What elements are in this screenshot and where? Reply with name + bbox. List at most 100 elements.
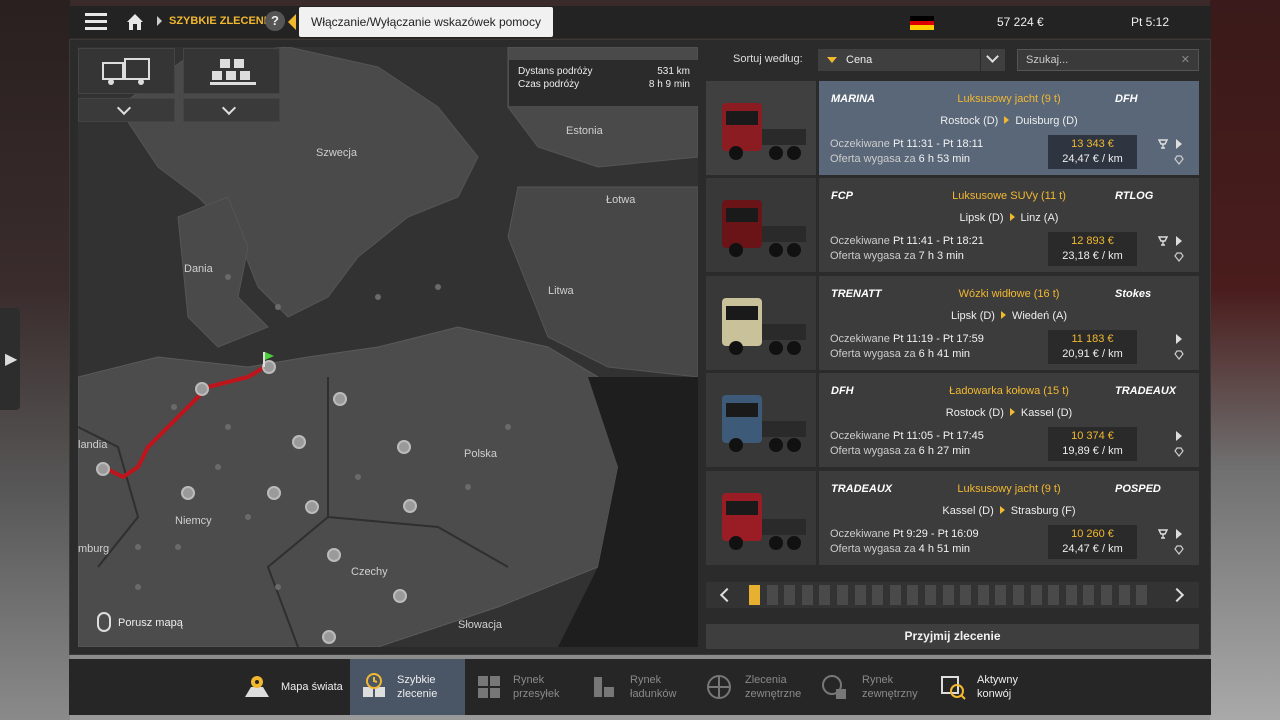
- help-button[interactable]: ?: [265, 11, 285, 31]
- game-time: Pt 5:12: [1131, 15, 1170, 29]
- page-indicator[interactable]: [801, 585, 813, 605]
- nav-quick-job[interactable]: Szybkie zlecenie: [350, 659, 465, 715]
- page-indicator[interactable]: [1136, 585, 1148, 605]
- job-row[interactable]: TRENATT Wózki widłowe (16 t) Stokes Lips…: [706, 276, 1199, 370]
- destination-city: Duisburg (D): [1015, 115, 1078, 127]
- recipient-logo: POSPED: [1115, 483, 1161, 495]
- map-canvas: [78, 47, 698, 647]
- page-indicator[interactable]: [925, 585, 936, 605]
- offer-expiry: Oferta wygasa za 6 h 27 min: [830, 445, 971, 457]
- page-indicator[interactable]: [1048, 585, 1060, 605]
- chevron-down-icon: [221, 100, 237, 116]
- route-arrow-icon: [999, 506, 1005, 514]
- accept-job-button[interactable]: Przyjmij zlecenie: [706, 624, 1199, 649]
- nav-quick-job-label: Szybkie zlecenie: [397, 674, 438, 700]
- money-display: 57 224 €: [997, 15, 1044, 29]
- job-price: 10 260 €: [1071, 528, 1114, 540]
- nav-world-map[interactable]: Mapa świata: [235, 659, 350, 715]
- details-arrow-icon[interactable]: [1176, 139, 1182, 149]
- travel-time-label: Czas podróży: [518, 79, 580, 90]
- map-label-estonia: Estonia: [566, 125, 603, 137]
- truck-icon: [102, 58, 150, 85]
- truck-view-button[interactable]: [78, 48, 175, 94]
- page-indicator[interactable]: [977, 585, 989, 605]
- bottom-nav: Mapa świata Szybkie zlecenie Rynek przesył…: [69, 659, 1211, 715]
- truck-thumbnail: [706, 178, 816, 272]
- job-row[interactable]: FCP Luksusowe SUVy (11 t) RTLOG Lipsk (D…: [706, 178, 1199, 272]
- background-right: [1210, 0, 1280, 720]
- page-indicator[interactable]: [766, 585, 778, 605]
- map-label-litwa: Litwa: [548, 285, 574, 297]
- side-panel-toggle[interactable]: ▶: [0, 308, 20, 410]
- world-map[interactable]: Szwecja Estonia Łotwa Dania Litwa Polska…: [78, 47, 698, 647]
- page-indicator[interactable]: [784, 585, 796, 605]
- destination-city: Wiedeń (A): [1011, 310, 1068, 322]
- offer-expiry: Oferta wygasa za 4 h 51 min: [830, 543, 971, 555]
- nav-cargo-market[interactable]: Rynek ładunków: [580, 659, 695, 715]
- job-row[interactable]: TRADEAUX Luksusowy jacht (9 t) POSPED Ka…: [706, 471, 1199, 565]
- gem-icon: [1174, 350, 1184, 360]
- clear-icon[interactable]: ✕: [1181, 50, 1190, 70]
- expected-time: Oczekiwane Pt 11:05 - Pt 17:45: [830, 430, 984, 442]
- truck-thumbnail: [706, 81, 816, 175]
- nav-active-convoy[interactable]: Aktywny konwój: [925, 659, 1040, 715]
- job-row[interactable]: DFH Ładowarka kołowa (15 t) TRADEAUX Ros…: [706, 373, 1199, 467]
- nav-external-jobs[interactable]: Zlecenia zewnętrzne: [695, 659, 810, 715]
- details-arrow-icon[interactable]: [1176, 334, 1182, 344]
- cargo-view-button[interactable]: [183, 48, 280, 94]
- page-indicator[interactable]: [854, 585, 866, 605]
- page-indicator[interactable]: [872, 585, 884, 605]
- destination-city: Strasburg (F): [1010, 505, 1076, 517]
- breadcrumb[interactable]: SZYBKIE ZLECENIA: [169, 15, 275, 27]
- page-indicator[interactable]: [837, 585, 848, 605]
- sort-select[interactable]: Cena: [818, 49, 980, 71]
- page-indicator[interactable]: [942, 585, 954, 605]
- page-indicator[interactable]: [1030, 585, 1042, 605]
- price-box: 10 260 € 24,47 € / km: [1048, 525, 1137, 559]
- page-indicator[interactable]: [1101, 585, 1112, 605]
- truck-view-dropdown[interactable]: [78, 98, 175, 122]
- page-indicator[interactable]: [819, 585, 831, 605]
- search-input[interactable]: Szukaj... ✕: [1017, 49, 1199, 71]
- menu-icon[interactable]: [85, 13, 107, 31]
- details-arrow-icon[interactable]: [1176, 236, 1182, 246]
- job-row[interactable]: MARINA Luksusowy jacht (9 t) DFH Rostock…: [706, 81, 1199, 175]
- details-arrow-icon[interactable]: [1176, 431, 1182, 441]
- sort-dropdown-button[interactable]: [981, 49, 1005, 71]
- cargo-name: Luksusowy jacht (9 t): [957, 93, 1061, 105]
- home-icon[interactable]: [125, 12, 145, 32]
- map-label-dania: Dania: [184, 263, 213, 275]
- truck-image: [722, 298, 806, 355]
- nav-freight-market[interactable]: Rynek przesyłek: [465, 659, 580, 715]
- next-page-icon[interactable]: [1169, 587, 1185, 603]
- page-indicator[interactable]: [995, 585, 1007, 605]
- nav-freight-market-label: Rynek przesyłek: [513, 674, 560, 700]
- map-label-czechy: Czechy: [351, 566, 388, 578]
- job-price: 12 893 €: [1071, 235, 1114, 247]
- company-logo: TRENATT: [831, 288, 882, 300]
- price-per-km: 19,89 € / km: [1062, 445, 1123, 457]
- page-indicator[interactable]: [1065, 585, 1077, 605]
- search-placeholder: Szukaj...: [1026, 54, 1069, 66]
- recipient-logo: RTLOG: [1115, 190, 1154, 202]
- globe-cargo-icon: [822, 675, 846, 699]
- trophy-icon: [1158, 236, 1168, 246]
- page-indicator[interactable]: [889, 585, 901, 605]
- cargo-view-dropdown[interactable]: [183, 98, 280, 122]
- page-indicator[interactable]: [1118, 585, 1130, 605]
- expected-time: Oczekiwane Pt 11:19 - Pt 17:59: [830, 333, 984, 345]
- page-indicator[interactable]: [749, 585, 760, 605]
- cargo-name: Luksusowy jacht (9 t): [957, 483, 1061, 495]
- page-indicator[interactable]: [1013, 585, 1024, 605]
- page-indicator[interactable]: [907, 585, 919, 605]
- breadcrumb-arrow-icon: [157, 16, 162, 26]
- company-logo: FCP: [831, 190, 853, 202]
- job-route: Rostock (D) Kassel (D): [899, 407, 1119, 419]
- page-indicator[interactable]: [960, 585, 972, 605]
- details-arrow-icon[interactable]: [1176, 529, 1182, 539]
- page-indicator[interactable]: [1083, 585, 1095, 605]
- price-per-km: 23,18 € / km: [1062, 250, 1123, 262]
- nav-external-market[interactable]: Rynek zewnętrzny: [810, 659, 925, 715]
- prev-page-icon[interactable]: [719, 587, 735, 603]
- job-details: DFH Ładowarka kołowa (15 t) TRADEAUX Ros…: [819, 373, 1199, 467]
